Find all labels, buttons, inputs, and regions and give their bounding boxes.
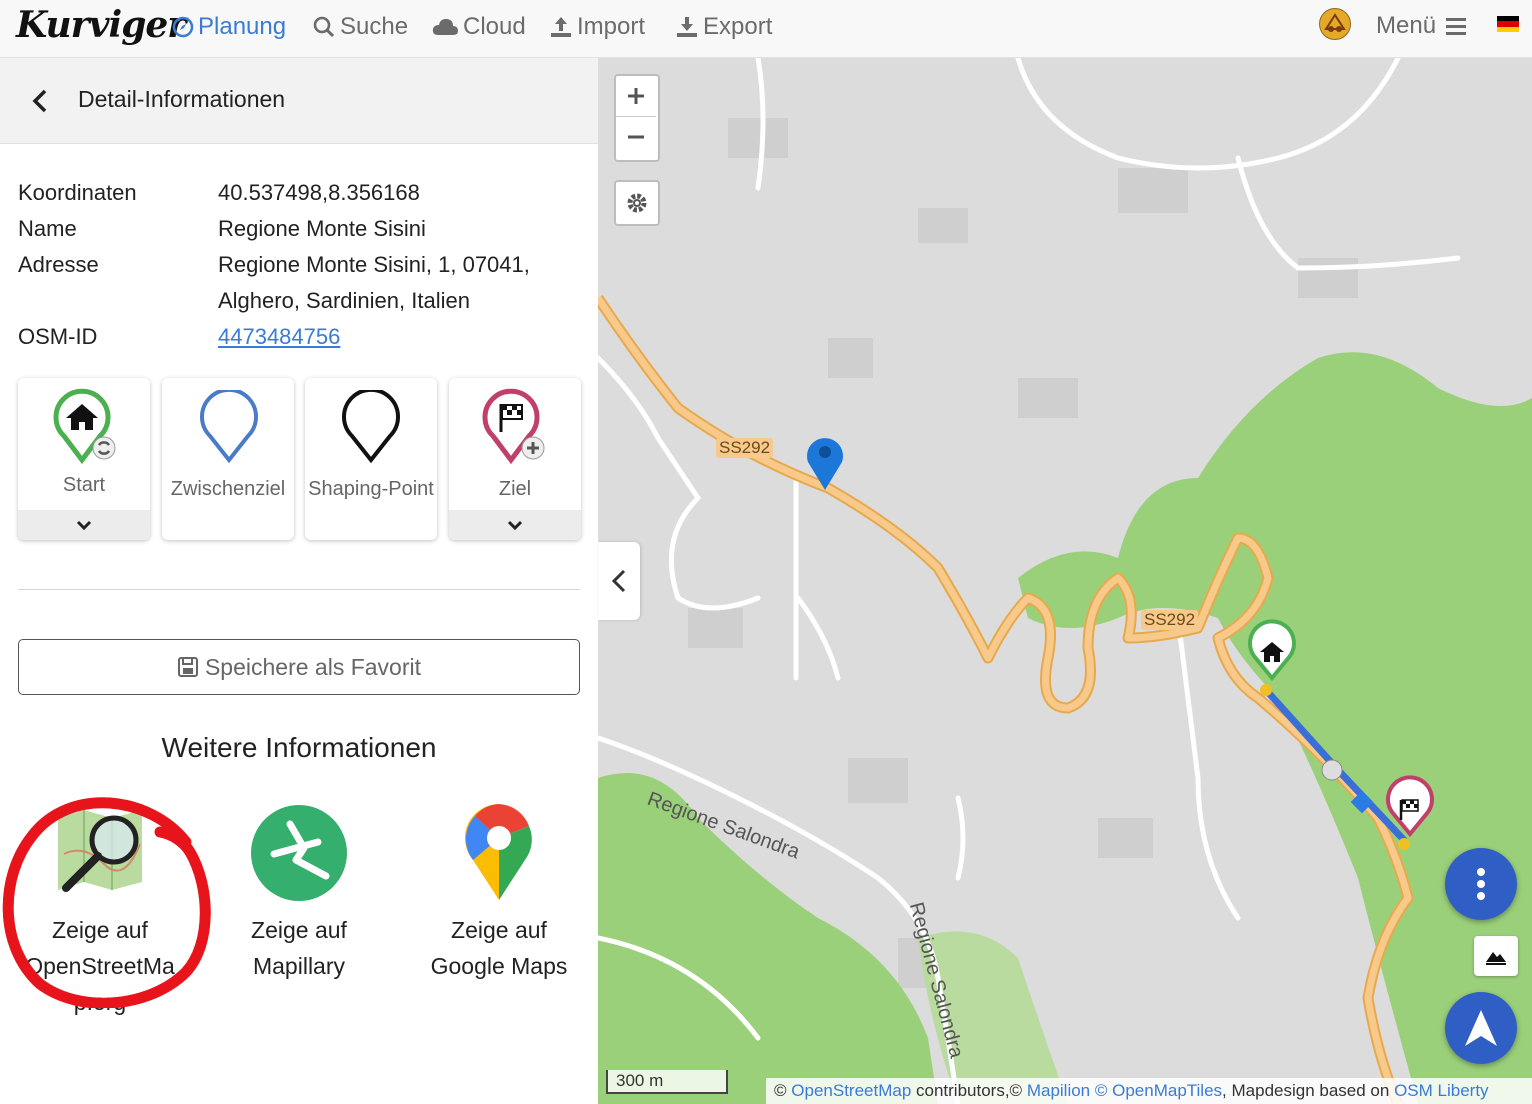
elevation-profile-button[interactable] xyxy=(1474,936,1518,976)
map-scale-bar: 300 m xyxy=(606,1070,728,1094)
mountain-icon xyxy=(1486,952,1506,965)
hamburger-icon xyxy=(1446,18,1467,35)
google-maps-link-line-2: Google Maps xyxy=(430,953,568,979)
compass-icon xyxy=(172,16,194,38)
flag-icon xyxy=(482,388,545,464)
nav-import-label: Import xyxy=(577,13,646,40)
nav-planung-label: Planung xyxy=(198,13,287,40)
floppy-disk-icon xyxy=(177,657,198,677)
road-label-ss292-a: SS292 xyxy=(716,438,774,458)
app-logo[interactable]: Kurviger xyxy=(16,4,186,46)
shaping-point-label: Shaping-Point xyxy=(308,478,434,500)
section-divider xyxy=(18,589,580,590)
attrib-osm-liberty-link[interactable]: OSM Liberty xyxy=(1394,1081,1488,1100)
osm-id-label: OSM-ID xyxy=(18,324,98,349)
navigation-arrow-icon xyxy=(1465,1010,1497,1046)
attrib-design: , Mapdesign based on xyxy=(1222,1081,1390,1100)
user-avatar[interactable] xyxy=(1319,8,1351,40)
gear-icon xyxy=(627,193,647,213)
intermediate-label: Zwischenziel xyxy=(170,478,286,500)
detail-sidebar: Detail-Informationen Koordinaten 40.5374… xyxy=(0,58,598,1104)
destination-label: Ziel xyxy=(498,478,532,500)
intermediate-waypoint-card[interactable]: Zwischenziel xyxy=(162,378,294,540)
coord-label: Koordinaten xyxy=(18,180,137,205)
menu-button[interactable]: Menü xyxy=(1376,12,1468,40)
chevron-down-icon xyxy=(76,520,92,530)
destination-waypoint-card[interactable]: Ziel xyxy=(449,378,581,540)
address-label: Adresse xyxy=(18,252,99,277)
red-highlight-circle xyxy=(2,797,211,1008)
plus-icon xyxy=(628,88,644,104)
nav-cloud-label: Cloud xyxy=(463,13,526,40)
save-favorite-label: Speichere als Favorit xyxy=(204,653,422,680)
save-favorite-button[interactable]: Speichere als Favorit xyxy=(18,639,580,695)
google-maps-logo-icon xyxy=(464,803,532,900)
google-maps-link-line-1: Zeige auf xyxy=(451,917,547,943)
attrib-osm-link[interactable]: OpenStreetMap xyxy=(791,1081,911,1100)
attrib-prefix: © xyxy=(774,1081,787,1100)
map-attribution: © OpenStreetMap contributors,© Mapilion … xyxy=(766,1078,1532,1104)
address-line-1: Regione Monte Sisini, 1, 07041, xyxy=(218,252,530,277)
nav-import[interactable]: Import xyxy=(549,12,645,42)
nav-export[interactable]: Export xyxy=(675,12,772,42)
address-line-2: Alghero, Sardinien, Italien xyxy=(218,288,470,313)
more-options-fab[interactable] xyxy=(1445,848,1517,920)
menu-label: Menü xyxy=(1376,12,1437,39)
nav-planung[interactable]: Planung xyxy=(172,12,286,42)
start-dropdown-toggle[interactable] xyxy=(18,510,150,540)
biker-icon xyxy=(1324,13,1346,32)
nav-cloud[interactable]: Cloud xyxy=(431,12,526,42)
attrib-contributors: contributors,© xyxy=(916,1081,1023,1100)
navigate-fab[interactable] xyxy=(1445,992,1517,1064)
name-value: Regione Monte Sisini xyxy=(218,216,426,241)
nav-export-label: Export xyxy=(703,13,773,40)
mapillary-link-text: Zeige auf Mapillary xyxy=(199,912,399,984)
panel-title: Detail-Informationen xyxy=(78,86,286,112)
mapillary-logo-icon xyxy=(251,805,347,901)
map-settings-button[interactable] xyxy=(614,180,660,226)
blue-pin-icon xyxy=(200,390,258,464)
home-icon xyxy=(53,388,116,464)
name-label: Name xyxy=(18,216,77,241)
shaping-point-card[interactable]: Shaping-Point xyxy=(305,378,437,540)
search-icon xyxy=(313,16,335,38)
start-waypoint-card[interactable]: Start xyxy=(18,378,150,540)
map-view[interactable]: SS292 SS292 Regione Salondra Regione Sal… xyxy=(598,58,1532,1104)
coord-value: 40.537498,8.356168 xyxy=(218,180,420,205)
chevron-left-icon xyxy=(611,569,626,593)
zoom-in-button[interactable] xyxy=(616,76,656,117)
map-canvas[interactable] xyxy=(598,58,1532,1104)
zoom-control xyxy=(614,74,660,162)
back-chevron-icon[interactable] xyxy=(30,88,50,114)
nav-suche-label: Suche xyxy=(340,13,409,40)
cloud-icon xyxy=(432,19,458,35)
black-pin-icon xyxy=(342,390,400,464)
panel-header: Detail-Informationen xyxy=(0,58,598,144)
chevron-down-icon xyxy=(507,520,523,530)
collapse-sidebar-button[interactable] xyxy=(598,542,640,620)
start-label: Start xyxy=(62,474,106,496)
destination-dropdown-toggle[interactable] xyxy=(449,510,581,540)
top-navigation-bar: Kurviger Planung Suche Cloud Import Expo… xyxy=(0,0,1532,58)
mapillary-link-line-1: Zeige auf xyxy=(251,917,347,943)
mapillary-link-line-2: Mapillary xyxy=(252,953,346,979)
road-label-ss292-b: SS292 xyxy=(1141,610,1199,630)
zoom-out-button[interactable] xyxy=(616,117,656,157)
upload-icon xyxy=(551,17,571,37)
kebab-menu-icon xyxy=(1477,868,1485,900)
attrib-mapilion-link[interactable]: Mapilion xyxy=(1027,1081,1090,1100)
german-flag-icon[interactable] xyxy=(1497,16,1519,32)
minus-icon xyxy=(628,135,644,139)
google-maps-link-text: Zeige auf Google Maps xyxy=(399,912,599,984)
nav-suche[interactable]: Suche xyxy=(312,12,408,42)
download-icon xyxy=(677,17,697,37)
osm-id-link[interactable]: 4473484756 xyxy=(218,324,340,350)
attrib-openmaptiles-link[interactable]: © OpenMapTiles xyxy=(1095,1081,1222,1100)
more-info-title: Weitere Informationen xyxy=(161,732,437,763)
